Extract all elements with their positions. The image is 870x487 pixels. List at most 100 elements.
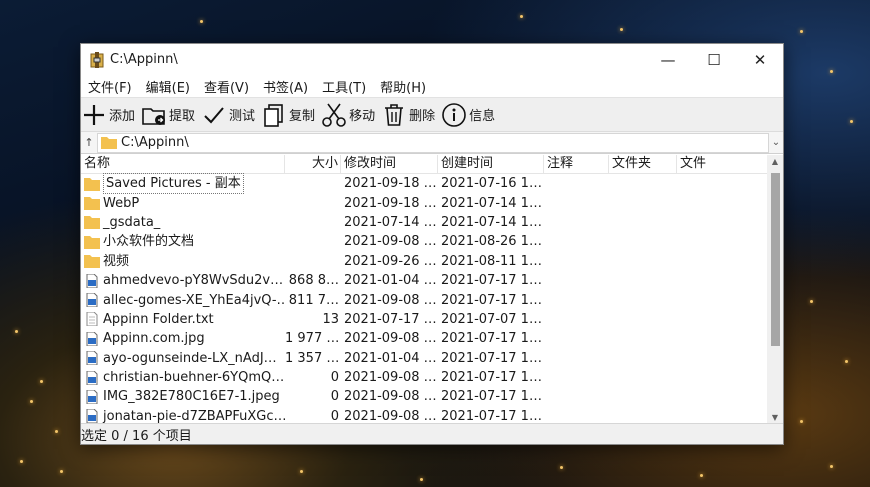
menu-bookmarks[interactable]: 书签(A)	[260, 77, 311, 96]
file-created: 2021-07-17 1…	[441, 273, 542, 289]
column-name[interactable]: 名称	[81, 155, 285, 173]
file-name-cell: Saved Pictures - 副本	[81, 173, 285, 195]
add-label: 添加	[109, 109, 136, 124]
file-name-cell: WebP	[81, 194, 285, 213]
file-row[interactable]: 小众软件的文档 2021-09-08 … 2021-08-26 1…	[81, 232, 769, 251]
folder-icon	[84, 216, 100, 230]
scroll-up-arrow-icon[interactable]: ▲	[767, 155, 783, 169]
column-folders[interactable]: 文件夹	[609, 155, 677, 173]
delete-button[interactable]: 删除	[381, 102, 435, 128]
add-button[interactable]: 添加	[81, 102, 135, 128]
file-modified: 2021-09-08 …	[344, 331, 437, 347]
file-size: 868 8…	[288, 273, 339, 289]
close-button[interactable]: ✕	[737, 44, 783, 75]
move-button[interactable]: 移动	[321, 102, 375, 128]
file-row[interactable]: WebP 2021-09-18 … 2021-07-14 1…	[81, 193, 769, 212]
file-size: 0	[330, 370, 339, 386]
file-row[interactable]: ayo-ogunseinde-LX_nAdJ… 1 357 … 2021-01-04…	[81, 349, 769, 368]
menu-edit[interactable]: 编辑(E)	[143, 77, 193, 96]
menu-file[interactable]: 文件(F)	[85, 77, 135, 96]
file-row[interactable]: 视频 2021-09-26 … 2021-08-11 1…	[81, 252, 769, 271]
window-title: C:\Appinn\	[110, 52, 178, 67]
image-file-icon	[86, 293, 98, 308]
column-comment[interactable]: 注释	[544, 155, 609, 173]
file-list: 名称 大小 修改时间 创建时间 注释 文件夹 文件 Saved Pictures…	[81, 155, 769, 425]
file-name: _gsdata_	[103, 214, 161, 230]
scissors-icon	[322, 103, 346, 127]
extract-label: 提取	[169, 109, 196, 124]
copy-icon	[264, 103, 283, 127]
file-name-cell: 小众软件的文档	[81, 232, 285, 251]
maximize-button[interactable]: ☐	[691, 44, 737, 75]
file-row[interactable]: christian-buehner-6YQmQ… 0 2021-09-08 … 202…	[81, 368, 769, 387]
file-name-cell: 视频	[81, 252, 285, 271]
file-created: 2021-07-17 1…	[441, 331, 542, 347]
up-folder-button[interactable]: ↑	[81, 136, 97, 149]
file-modified: 2021-09-18 …	[344, 195, 437, 211]
menu-view[interactable]: 查看(V)	[201, 77, 252, 96]
file-size: 1 357 …	[285, 350, 340, 366]
column-files[interactable]: 文件	[677, 155, 769, 173]
path-dropdown-button[interactable]: ⌄	[769, 137, 783, 148]
toolbar: 添加 提取 测试 复制 移动 删除 信息	[81, 97, 783, 132]
file-created: 2021-07-14 1…	[441, 214, 542, 230]
file-modified: 2021-09-08 …	[344, 234, 437, 250]
file-created: 2021-07-17 1…	[441, 389, 542, 405]
column-size[interactable]: 大小	[285, 155, 341, 173]
file-size: 811 7…	[288, 292, 339, 308]
file-modified: 2021-01-04 …	[344, 350, 437, 366]
file-modified: 2021-09-18 …	[344, 176, 437, 192]
file-row[interactable]: Appinn Folder.txt 13 2021-07-17 … 2021-07-0…	[81, 310, 769, 329]
image-file-icon	[86, 331, 98, 346]
file-name-cell: allec-gomes-XE_YhEa4jvQ-…	[81, 291, 285, 310]
folder-icon	[84, 235, 100, 249]
file-modified: 2021-09-08 …	[344, 292, 437, 308]
file-row[interactable]: Saved Pictures - 副本 2021-09-18 … 2021-07-1…	[81, 173, 769, 195]
file-name: WebP	[103, 195, 140, 211]
check-icon	[204, 106, 224, 123]
test-label: 测试	[229, 109, 256, 124]
file-row[interactable]: Appinn.com.jpg 1 977 … 2021-09-08 … 2021-07…	[81, 329, 769, 348]
menu-tools[interactable]: 工具(T)	[319, 77, 369, 96]
file-name-cell: Appinn.com.jpg	[81, 329, 285, 348]
file-modified: 2021-09-26 …	[344, 253, 437, 269]
minimize-button[interactable]: —	[645, 44, 691, 75]
folder-icon	[101, 137, 117, 149]
path-field[interactable]: C:\Appinn\	[97, 132, 769, 153]
vertical-scrollbar[interactable]: ▲ ▼	[767, 155, 783, 425]
file-name: 小众软件的文档	[103, 234, 195, 250]
file-row[interactable]: _gsdata_ 2021-07-14 … 2021-07-14 1…	[81, 213, 769, 232]
image-file-icon	[86, 370, 98, 385]
file-name-cell: Appinn Folder.txt	[81, 310, 285, 329]
folder-icon	[84, 197, 100, 211]
title-bar[interactable]: C:\Appinn\ — ☐ ✕	[81, 44, 783, 75]
extract-button[interactable]: 提取	[141, 102, 195, 128]
file-row[interactable]: ahmedvevo-pY8WvSdu2v… 868 8… 2021-01-04 … 2…	[81, 271, 769, 290]
trash-icon	[385, 103, 404, 126]
path-text: C:\Appinn\	[121, 135, 189, 150]
column-created[interactable]: 创建时间	[438, 155, 544, 173]
file-name: Saved Pictures - 副本	[103, 173, 244, 195]
info-icon	[442, 102, 466, 127]
test-button[interactable]: 测试	[201, 102, 255, 128]
column-modified[interactable]: 修改时间	[341, 155, 438, 173]
image-file-icon	[86, 409, 98, 424]
copy-button[interactable]: 复制	[261, 102, 315, 128]
file-size: 0	[330, 389, 339, 405]
image-file-icon	[86, 351, 98, 366]
menu-help[interactable]: 帮助(H)	[377, 77, 429, 96]
file-name: Appinn.com.jpg	[103, 331, 205, 347]
file-created: 2021-07-17 1…	[441, 350, 542, 366]
scroll-thumb[interactable]	[771, 173, 780, 346]
file-row[interactable]: IMG_382E780C16E7-1.jpeg 0 2021-09-08 … 2021…	[81, 387, 769, 406]
image-file-icon	[86, 273, 98, 288]
info-button[interactable]: 信息	[441, 102, 495, 128]
move-label: 移动	[349, 109, 376, 124]
folder-icon	[84, 255, 100, 269]
file-created: 2021-07-17 1…	[441, 370, 542, 386]
file-row[interactable]: allec-gomes-XE_YhEa4jvQ-… 811 7… 2021-09-0…	[81, 290, 769, 309]
column-header-row: 名称 大小 修改时间 创建时间 注释 文件夹 文件	[81, 155, 769, 174]
file-name: ayo-ogunseinde-LX_nAdJ…	[103, 350, 277, 366]
file-created: 2021-08-26 1…	[441, 234, 542, 250]
file-name: christian-buehner-6YQmQ…	[103, 370, 285, 386]
